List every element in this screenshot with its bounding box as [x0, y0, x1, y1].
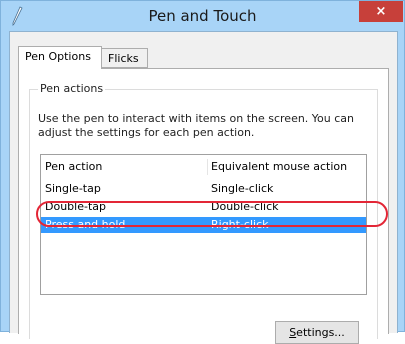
- column-separator[interactable]: [207, 159, 208, 175]
- tab-pen-options[interactable]: Pen Options: [18, 46, 102, 69]
- pen-and-touch-window: Pen and Touch × Pen Options Flicks Pen a…: [0, 0, 405, 344]
- list-item-double-tap[interactable]: Double-tap Double-click: [41, 199, 366, 215]
- list-item-single-tap[interactable]: Single-tap Single-click: [41, 181, 366, 197]
- pen-actions-group: Pen actions Use the pen to interact with…: [29, 82, 378, 344]
- group-label: Pen actions: [38, 82, 106, 95]
- pen-action-cell: Single-tap: [45, 182, 101, 195]
- tab-strip: Pen Options Flicks: [18, 46, 388, 69]
- pen-action-cell: Double-tap: [45, 200, 106, 213]
- pen-actions-list[interactable]: Pen action Equivalent mouse action Singl…: [40, 154, 367, 295]
- mouse-action-cell: Double-click: [211, 200, 279, 213]
- settings-button[interactable]: Settings...: [275, 321, 359, 344]
- description-text: Use the pen to interact with items on th…: [38, 112, 355, 139]
- mouse-action-cell: Single-click: [211, 182, 274, 195]
- column-header-pen-action[interactable]: Pen action: [45, 160, 102, 173]
- window-title: Pen and Touch: [148, 7, 257, 25]
- list-item-press-and-hold[interactable]: Press and hold Right-click: [41, 217, 366, 233]
- close-button[interactable]: ×: [359, 1, 403, 22]
- settings-accelerator: S: [289, 326, 297, 339]
- list-header: Pen action Equivalent mouse action: [41, 159, 366, 175]
- close-icon: ×: [375, 4, 387, 19]
- pen-action-cell: Press and hold: [45, 218, 126, 231]
- pen-options-panel: Pen actions Use the pen to interact with…: [18, 68, 389, 344]
- column-header-mouse-action[interactable]: Equivalent mouse action: [211, 160, 347, 173]
- title-bar[interactable]: Pen and Touch ×: [1, 1, 404, 31]
- settings-label: ettings...: [296, 326, 345, 339]
- tab-label: Pen Options: [25, 50, 91, 63]
- mouse-action-cell: Right-click: [211, 218, 269, 231]
- dialog-client-area: Pen Options Flicks Pen actions Use the p…: [9, 31, 398, 344]
- tab-flicks[interactable]: Flicks: [101, 48, 148, 68]
- tab-label: Flicks: [108, 52, 139, 65]
